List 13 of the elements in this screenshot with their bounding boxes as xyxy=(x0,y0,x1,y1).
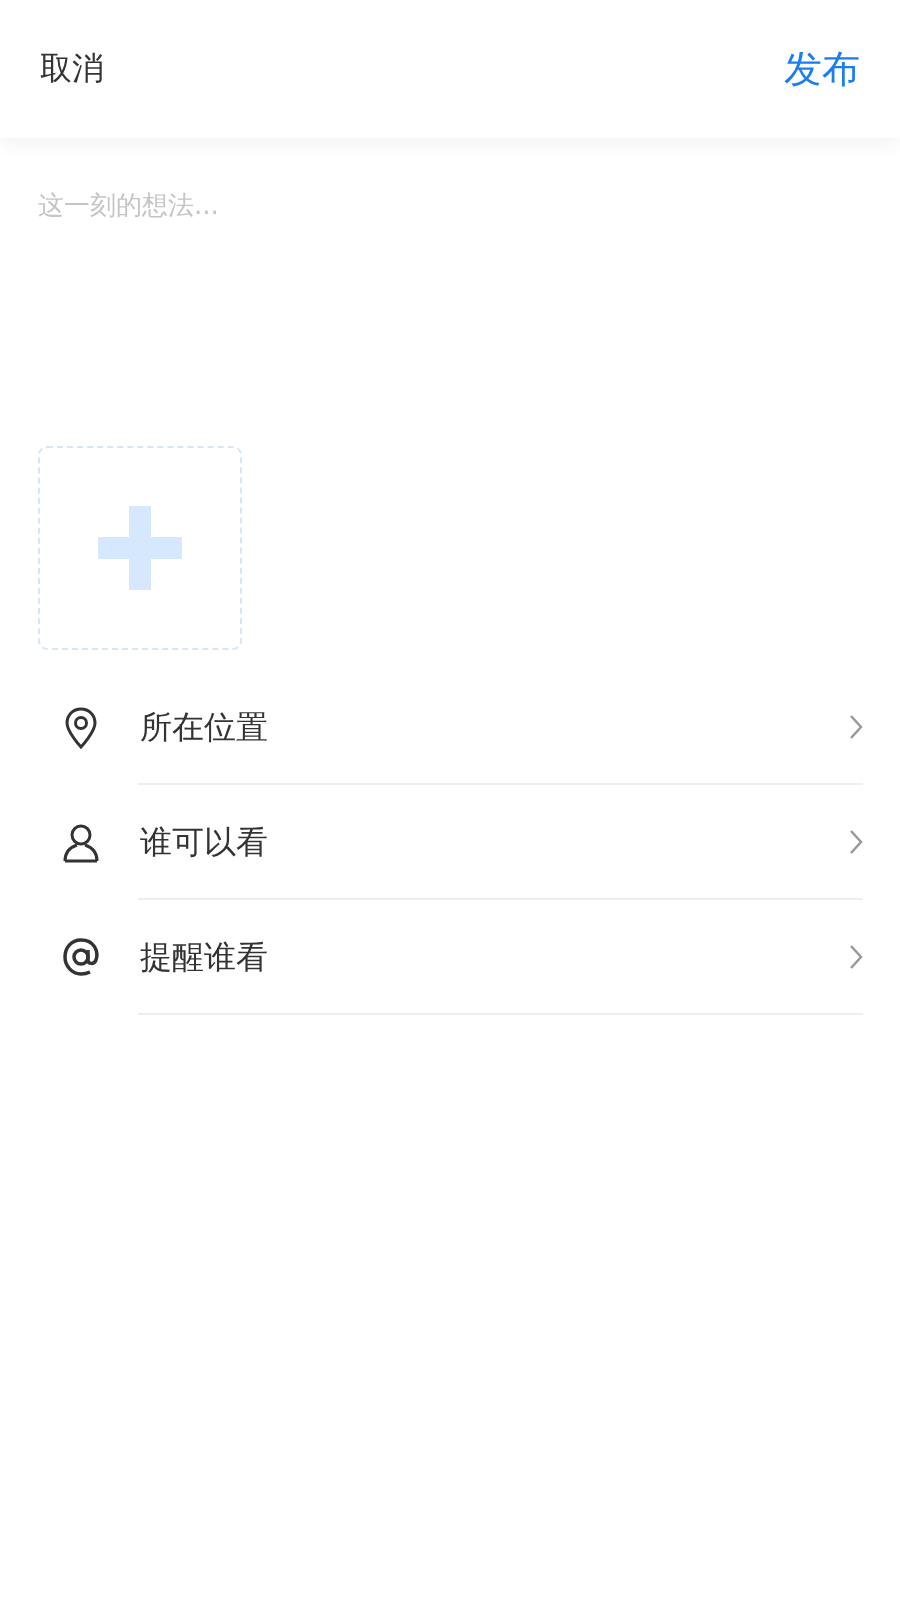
option-label: 所在位置 xyxy=(140,706,269,748)
publish-button[interactable]: 发布 xyxy=(784,43,860,95)
chevron-right-icon xyxy=(849,713,863,740)
chevron-right-icon xyxy=(849,943,863,970)
cancel-button[interactable]: 取消 xyxy=(40,47,104,91)
option-row[interactable]: 提醒谁看 xyxy=(38,900,863,1015)
chevron-right-icon xyxy=(849,828,863,855)
plus-icon xyxy=(98,506,182,590)
option-row[interactable]: 所在位置 xyxy=(38,670,863,785)
option-row[interactable]: 谁可以看 xyxy=(38,785,863,900)
option-label: 提醒谁看 xyxy=(140,936,269,978)
add-photo-button[interactable] xyxy=(38,446,242,650)
option-label: 谁可以看 xyxy=(140,821,269,863)
